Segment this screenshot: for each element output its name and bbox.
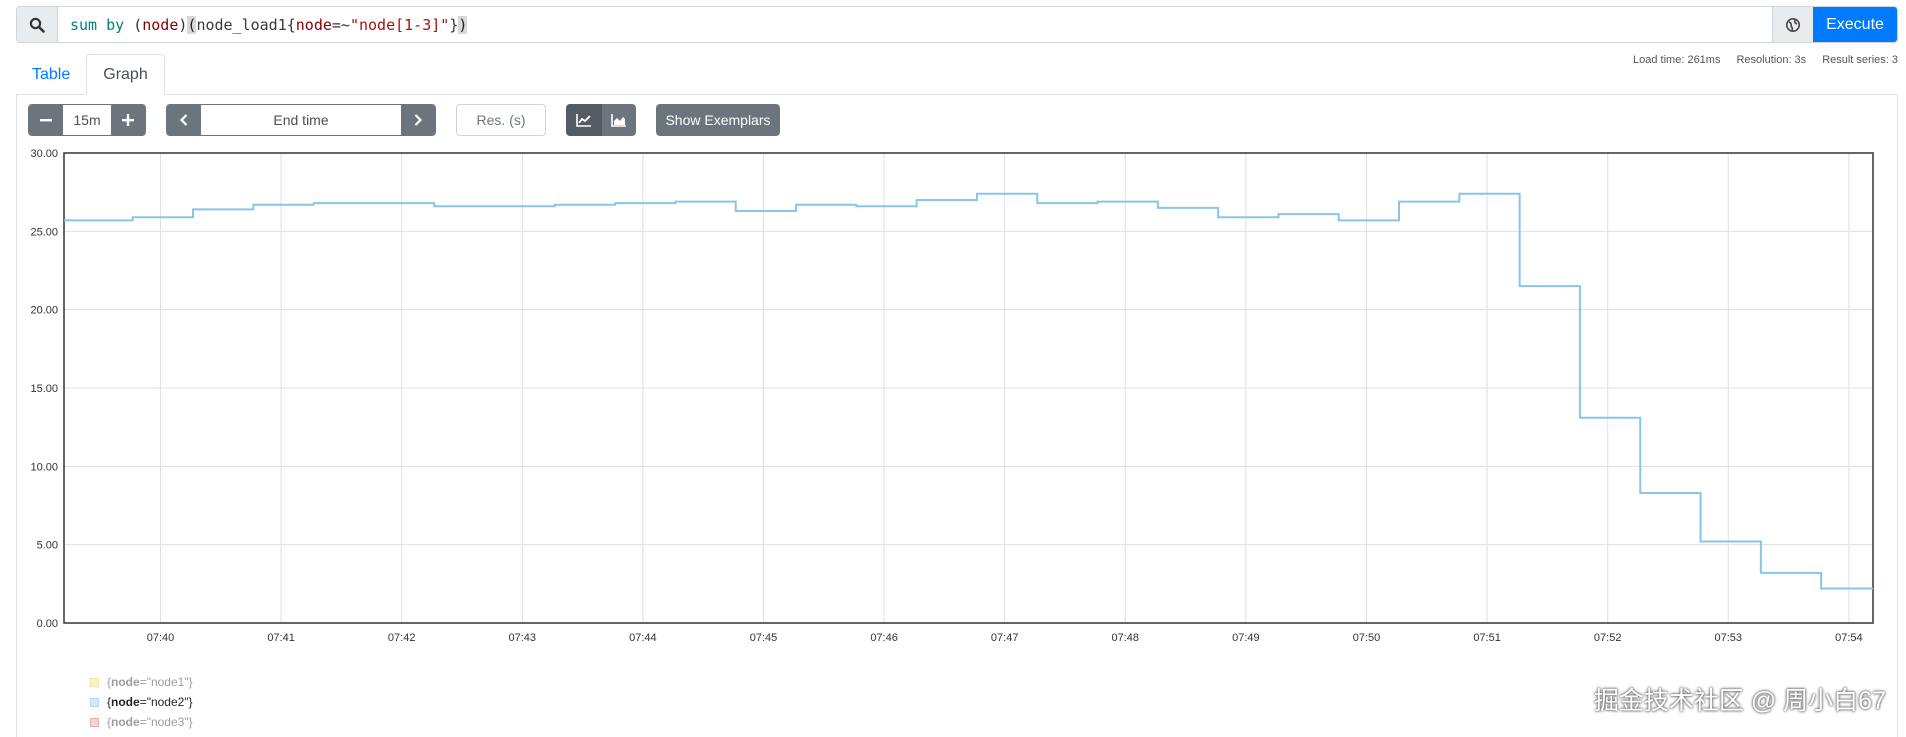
expr-token: node	[295, 15, 332, 34]
y-tick-label: 25.00	[30, 226, 58, 238]
legend-swatch	[90, 697, 99, 707]
expr-token: (	[124, 15, 143, 34]
end-time-group: End time	[166, 104, 436, 136]
x-tick-label: 07:53	[1715, 632, 1743, 644]
expression-input[interactable]: sum by (node)(node_load1{node =~ "node[1-3…	[58, 7, 1772, 42]
expr-token: (	[187, 15, 197, 34]
increase-range-button[interactable]	[111, 105, 145, 135]
watermark-text: 掘金技术社区 @ 周小白67	[1593, 687, 1886, 715]
search-icon	[17, 7, 58, 42]
expr-token: sum	[70, 15, 98, 34]
x-tick-label: 07:47	[991, 632, 1019, 644]
expr-token: =~	[331, 15, 350, 34]
legend-brace: }	[188, 675, 193, 689]
plus-icon	[122, 114, 134, 126]
y-tick-label: 30.00	[30, 148, 58, 160]
time-series-chart: 0.00 5.00 10.00 15.00 20.00 25.00 30.00 07:40 07…	[30, 148, 1874, 644]
show-exemplars-button[interactable]: Show Exemplars	[656, 104, 780, 136]
expr-token: "node[1-3]"	[349, 15, 450, 34]
legend-item[interactable]: {node = "node2"}	[90, 692, 193, 712]
next-time-button[interactable]	[401, 105, 435, 135]
range-input[interactable]: 15m	[63, 105, 111, 135]
end-time-input[interactable]: End time	[201, 105, 401, 135]
resolution-input[interactable]: Res. (s)	[456, 104, 546, 136]
chart-mode-group	[566, 104, 636, 136]
x-tick-label: 07:46	[870, 632, 898, 644]
area-chart-icon	[611, 114, 626, 127]
metrics-explorer-button[interactable]	[1772, 7, 1813, 42]
previous-time-button[interactable]	[167, 105, 201, 135]
expr-token: by	[106, 15, 125, 34]
chevron-left-icon	[179, 114, 188, 126]
x-tick-label: 07:45	[750, 632, 778, 644]
execute-button[interactable]: Execute	[1813, 7, 1897, 42]
legend-brace: }	[188, 715, 193, 729]
view-tabs: Table Graph	[16, 54, 165, 95]
expr-token: node_load1	[196, 15, 287, 34]
query-stats: Load time: 261ms Resolution: 3s Result s…	[1633, 54, 1898, 66]
y-tick-label: 20.00	[30, 305, 58, 317]
x-tick-label: 07:41	[267, 632, 295, 644]
expr-token	[97, 16, 106, 34]
tab-table[interactable]: Table	[16, 54, 86, 95]
expr-token: node	[142, 15, 179, 34]
y-tick-label: 0.00	[37, 618, 58, 630]
legend-brace: }	[188, 695, 193, 709]
legend-eq: =	[139, 675, 147, 689]
y-tick-label: 10.00	[30, 461, 58, 473]
legend-item[interactable]: {node = "node3"}	[90, 712, 193, 732]
expr-token: )	[458, 15, 468, 34]
range-input-group: 15m	[28, 104, 146, 136]
legend-eq: =	[139, 695, 147, 709]
x-tick-label: 07:44	[629, 632, 657, 644]
legend-label-key: node	[111, 675, 140, 689]
stacked-area-button[interactable]	[602, 104, 636, 136]
legend-swatch	[90, 677, 99, 687]
result-series: Result series: 3	[1822, 54, 1898, 66]
x-tick-label: 07:54	[1835, 632, 1863, 644]
minus-icon	[40, 119, 52, 122]
x-tick-label: 07:49	[1232, 632, 1260, 644]
x-tick-label: 07:50	[1353, 632, 1381, 644]
tab-graph[interactable]: Graph	[86, 54, 165, 95]
y-tick-label: 5.00	[37, 540, 58, 552]
expr-token: }	[449, 15, 459, 34]
y-tick-label: 15.00	[30, 383, 58, 395]
series-legend: {node = "node1"}{node = "node2"}{node = "node3…	[90, 672, 193, 732]
expr-token: {	[286, 15, 296, 34]
legend-label-value: "node1"	[146, 675, 189, 689]
legend-item[interactable]: {node = "node1"}	[90, 672, 193, 692]
prometheus-graph-page: sum by (node)(node_load1{node =~ "node[1-3…	[0, 0, 1906, 737]
globe-icon	[1786, 17, 1800, 32]
x-tick-label: 07:48	[1112, 632, 1140, 644]
expr-token: )	[178, 15, 188, 34]
legend-label-key: node	[111, 695, 140, 709]
unstacked-line-button[interactable]	[566, 104, 602, 136]
legend-swatch	[90, 717, 99, 727]
query-bar: sum by (node)(node_load1{node =~ "node[1-3…	[16, 6, 1898, 43]
load-time: Load time: 261ms	[1633, 54, 1721, 66]
decrease-range-button[interactable]	[29, 105, 63, 135]
legend-label-value: "node3"	[146, 715, 189, 729]
legend-label-key: node	[111, 715, 140, 729]
x-tick-label: 07:51	[1473, 632, 1501, 644]
chevron-right-icon	[414, 114, 423, 126]
line-chart-icon	[576, 114, 591, 127]
series-line-node2	[64, 192, 1873, 590]
legend-eq: =	[139, 715, 147, 729]
resolution: Resolution: 3s	[1736, 54, 1807, 66]
x-tick-label: 07:40	[147, 632, 175, 644]
legend-label-value: "node2"	[146, 695, 189, 709]
x-tick-label: 07:42	[388, 632, 416, 644]
x-tick-label: 07:43	[509, 632, 537, 644]
x-tick-label: 07:52	[1594, 632, 1622, 644]
